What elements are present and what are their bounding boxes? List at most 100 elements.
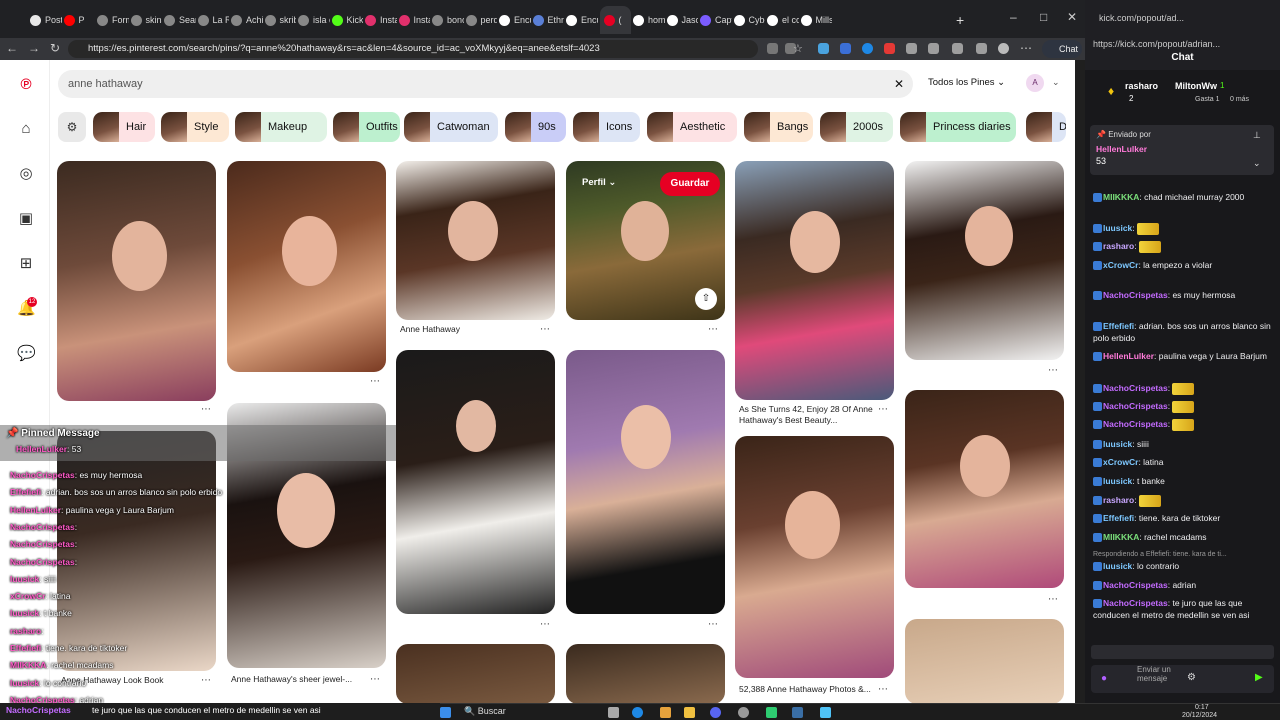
profile-icon[interactable] bbox=[998, 43, 1009, 54]
guide-chip[interactable]: Aesthetic bbox=[647, 112, 737, 142]
more-options-icon[interactable]: ⋯ bbox=[878, 684, 888, 695]
chat-message[interactable]: Effefiefi: tiene. kara de tiktoker bbox=[1093, 512, 1271, 524]
chat-message[interactable]: rasharo: bbox=[1093, 240, 1271, 253]
chat-message[interactable]: luusick: lo contrario bbox=[1093, 560, 1271, 572]
explorer-icon[interactable] bbox=[684, 707, 695, 718]
pin-image[interactable] bbox=[227, 161, 386, 372]
chat-message[interactable]: luusick: t banke bbox=[1093, 475, 1271, 487]
chat-message[interactable]: HellenLulker: paulina vega y Laura Barju… bbox=[1093, 350, 1271, 362]
taskview-icon[interactable] bbox=[608, 707, 619, 718]
start-icon[interactable] bbox=[440, 707, 451, 718]
chat-username[interactable]: NachoCrispetas bbox=[1103, 580, 1168, 590]
browser-tab[interactable]: Cybe bbox=[733, 6, 765, 34]
chat-message[interactable]: luusick: siiii bbox=[1093, 438, 1271, 450]
extension-icon[interactable] bbox=[767, 43, 778, 54]
guide-chip[interactable]: Outfits bbox=[333, 112, 400, 142]
browser-tab[interactable]: Encu bbox=[566, 6, 598, 34]
more-options-icon[interactable]: ⋯ bbox=[708, 619, 718, 630]
pinterest-logo-icon[interactable]: ℗ bbox=[17, 76, 35, 94]
back-icon[interactable]: ← bbox=[6, 41, 18, 55]
chat-input[interactable]: ● Enviar un mensaje ⚙ ▶ bbox=[1091, 665, 1274, 693]
chat-username[interactable]: luusick bbox=[1103, 561, 1132, 571]
browser-tab[interactable]: Insta bbox=[365, 6, 397, 34]
url-field[interactable]: https://es.pinterest.com/search/pins/?q=… bbox=[68, 40, 758, 58]
chat-settings-icon[interactable]: ⚙ bbox=[1187, 672, 1196, 683]
chat-username[interactable]: rasharo bbox=[1103, 495, 1134, 505]
browser-tab[interactable]: La R bbox=[197, 6, 229, 34]
chat-username[interactable]: luusick bbox=[1103, 439, 1132, 449]
chat-message[interactable]: luusick: bbox=[1093, 222, 1271, 235]
browser-tab[interactable]: el co bbox=[767, 6, 799, 34]
pin-image[interactable] bbox=[396, 161, 555, 320]
boards-icon[interactable]: ▣ bbox=[17, 210, 35, 228]
chat-message[interactable]: Effefiefi: adrian. bos sos un arros blan… bbox=[1093, 320, 1271, 344]
pin-image[interactable] bbox=[905, 161, 1064, 360]
store-icon[interactable] bbox=[660, 707, 671, 718]
chat-message[interactable]: rasharo: bbox=[1093, 494, 1271, 507]
chat-username[interactable]: NachoCrispetas bbox=[1103, 598, 1168, 608]
pinterest-search-input[interactable]: anne hathaway bbox=[58, 70, 913, 98]
more-options-icon[interactable]: ⋯ bbox=[201, 404, 211, 415]
chat-message[interactable]: NachoCrispetas: bbox=[1093, 400, 1271, 413]
emote-bar[interactable] bbox=[1091, 645, 1274, 659]
chat-username[interactable]: xCrowCr bbox=[1103, 260, 1138, 270]
extension-icon[interactable] bbox=[862, 43, 873, 54]
emote-picker-icon[interactable]: ● bbox=[1101, 673, 1107, 684]
chat-message[interactable]: NachoCrispetas: te juro que las que cond… bbox=[1093, 597, 1271, 621]
pin-image[interactable] bbox=[905, 619, 1064, 703]
chat-message[interactable]: MIIKKKA: chad michael murray 2000 bbox=[1093, 191, 1271, 203]
guide-chip[interactable]: Bangs bbox=[744, 112, 813, 142]
pin-image[interactable] bbox=[735, 161, 894, 400]
app-icon[interactable] bbox=[820, 707, 831, 718]
browser-tab[interactable]: Form bbox=[97, 6, 129, 34]
browser-tab[interactable]: perd bbox=[465, 6, 497, 34]
browser-tab[interactable]: Insta bbox=[398, 6, 430, 34]
chat-username[interactable]: MIIKKKA bbox=[1103, 192, 1139, 202]
browser-tab[interactable]: skrib bbox=[264, 6, 296, 34]
taskbar-search[interactable]: 🔍 Buscar bbox=[464, 706, 506, 717]
chat-message[interactable]: xCrowCr: latina bbox=[1093, 456, 1271, 468]
extension-icon[interactable] bbox=[818, 43, 829, 54]
chat-username[interactable]: NachoCrispetas bbox=[1103, 290, 1168, 300]
guide-chip[interactable]: Princess diaries bbox=[900, 112, 1016, 142]
app-icon[interactable] bbox=[738, 707, 749, 718]
browser-tab[interactable]: Ethne bbox=[532, 6, 564, 34]
pin-image[interactable] bbox=[735, 436, 894, 678]
extension-icon[interactable] bbox=[952, 43, 963, 54]
pin-image[interactable] bbox=[566, 350, 725, 614]
reload-icon[interactable]: ↻ bbox=[50, 41, 60, 55]
chat-username[interactable]: MIIKKKA bbox=[1103, 532, 1139, 542]
guide-chip[interactable]: 90s bbox=[505, 112, 566, 142]
chat-username[interactable]: Effefiefi bbox=[1103, 321, 1134, 331]
browser-tab[interactable]: hom bbox=[633, 6, 665, 34]
profile-dropdown[interactable]: Perfil ⌄ bbox=[582, 177, 616, 188]
share-icon[interactable]: ⇧ bbox=[695, 288, 717, 310]
browser-tab[interactable]: Mills bbox=[800, 6, 832, 34]
browser-tab[interactable]: Encu bbox=[499, 6, 531, 34]
chat-username[interactable]: HellenLulker bbox=[1103, 351, 1154, 361]
chat-username[interactable]: NachoCrispetas bbox=[1103, 383, 1168, 393]
more-options-icon[interactable]: ⋯ bbox=[540, 619, 550, 630]
messages-icon[interactable]: 💬 bbox=[17, 345, 36, 363]
extension-icon[interactable] bbox=[906, 43, 917, 54]
more-options-icon[interactable]: ⋯ bbox=[1048, 365, 1058, 376]
guide-chip[interactable]: Hair bbox=[93, 112, 155, 142]
guide-chip[interactable]: 2000s bbox=[820, 112, 893, 142]
maximize-icon[interactable]: □ bbox=[1040, 10, 1047, 24]
chat-username[interactable]: luusick bbox=[1103, 223, 1132, 233]
pin-icon[interactable]: ⊥ bbox=[1253, 130, 1261, 141]
chat-username[interactable]: Effefiefi bbox=[1103, 513, 1134, 523]
send-icon[interactable]: ▶ bbox=[1255, 672, 1263, 683]
app-icon[interactable] bbox=[766, 707, 777, 718]
save-button[interactable]: Guardar bbox=[660, 172, 720, 196]
more-options-icon[interactable]: ⋯ bbox=[878, 404, 888, 415]
browser-tab[interactable]: Posts bbox=[30, 6, 62, 34]
chat-message[interactable]: MIIKKKA: rachel mcadams bbox=[1093, 531, 1271, 543]
browser-tab[interactable]: P bbox=[63, 6, 96, 34]
browser-tab[interactable]: Kick bbox=[331, 6, 363, 34]
pin-image[interactable] bbox=[396, 350, 555, 614]
more-options-icon[interactable]: ⋯ bbox=[370, 376, 380, 387]
pin-image[interactable] bbox=[566, 644, 725, 703]
menu-dots-icon[interactable]: ⋯ bbox=[1020, 41, 1032, 55]
guide-chip[interactable]: Catwoman bbox=[404, 112, 498, 142]
